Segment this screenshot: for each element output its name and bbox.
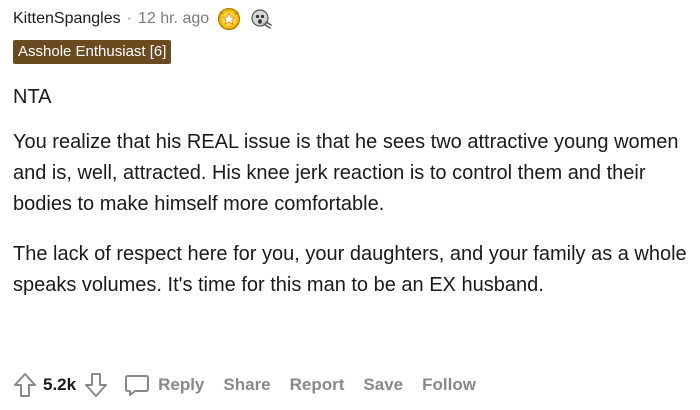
comment-meta: KittenSpangles · 12 hr. ago [13, 7, 273, 31]
meta-separator: · [126, 10, 132, 27]
save-button[interactable]: Save [363, 375, 403, 395]
user-flair: Asshole Enthusiast [6] [13, 40, 172, 64]
comment-body: NTA You realize that his REAL issue is t… [13, 82, 693, 320]
vote-score: 5.2k [43, 375, 77, 394]
upvote-arrow-icon[interactable] [13, 372, 37, 398]
comment-paragraph: NTA [13, 86, 52, 108]
comment-action-bar: 5.2k Reply Share Report Save Follow [13, 368, 476, 402]
follow-button[interactable]: Follow [422, 375, 476, 395]
gasp-award-icon[interactable] [249, 7, 273, 31]
report-button[interactable]: Report [290, 375, 345, 395]
gold-star-award-icon[interactable] [217, 7, 241, 31]
comment-paragraph: You realize that his REAL issue is that … [13, 131, 679, 215]
share-button[interactable]: Share [223, 375, 270, 395]
chat-bubble-icon [124, 372, 150, 398]
reply-label: Reply [158, 375, 205, 394]
timestamp-link[interactable]: 12 hr. ago [138, 10, 209, 28]
comment-paragraph: The lack of respect here for you, your d… [13, 243, 687, 296]
reply-button[interactable]: Reply [124, 372, 204, 398]
downvote-arrow-icon[interactable] [84, 372, 108, 398]
username-link[interactable]: KittenSpangles [13, 10, 121, 28]
